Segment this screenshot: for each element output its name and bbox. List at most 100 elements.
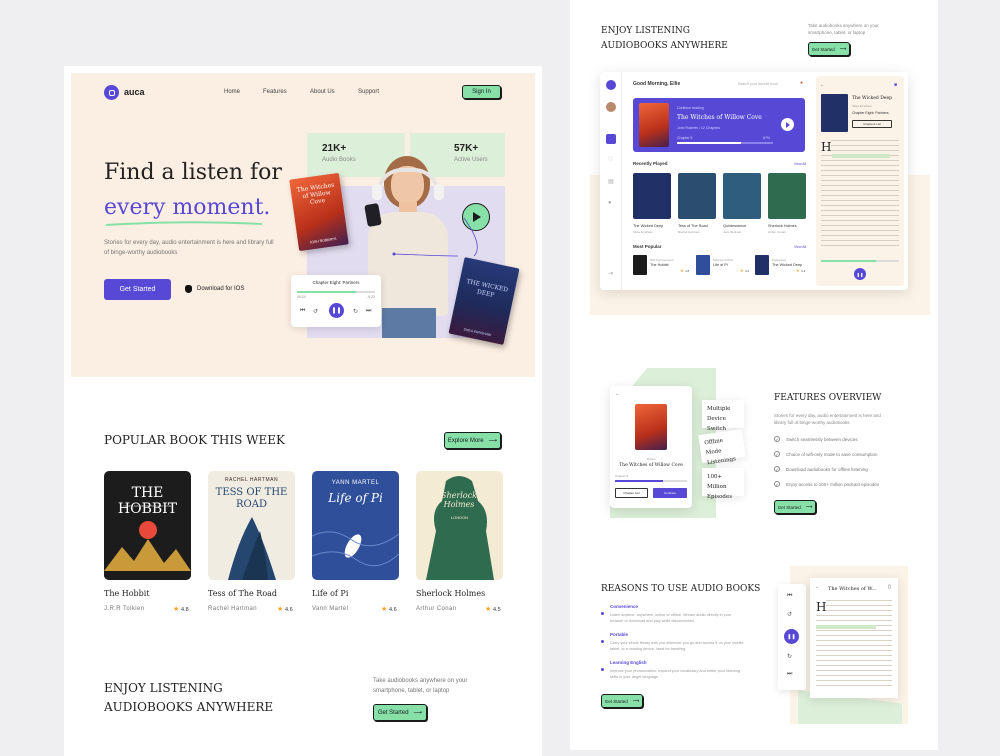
explore-more-button[interactable]: Explore More ⟶	[444, 432, 501, 449]
continue-play-button[interactable]	[781, 118, 794, 131]
app-logo-icon[interactable]	[606, 80, 616, 90]
popular-thumb[interactable]	[755, 255, 769, 275]
hero-title-line2: every moment.	[104, 195, 271, 220]
bookmark-icon[interactable]: ■	[894, 82, 897, 88]
arrow-right-icon: ⟶	[488, 438, 498, 444]
feature-item: Choice of wifi-only mode to save consump…	[786, 452, 878, 457]
feature-item: Switch seamlessly between devices	[786, 437, 858, 442]
phone-chapter-list-button[interactable]: Chapter List	[615, 488, 648, 498]
book-rating: 4.8	[181, 607, 189, 613]
reader-card: ← The Witches of W... ▯ H	[810, 578, 898, 698]
player-progress-bar[interactable]	[297, 291, 375, 293]
star-icon: ★	[680, 268, 684, 273]
recent-book-title: The Wicked Deep	[633, 224, 664, 228]
continue-reading-card[interactable]: Continue reading The Witches of Willow C…	[633, 98, 805, 152]
nav-features[interactable]: Features	[263, 89, 287, 95]
phone-genre: Fiction	[646, 457, 656, 461]
arrow-right-icon: ⟶	[839, 46, 847, 51]
book-cover-tess[interactable]: RACHEL HARTMAN TESS OF THE ROAD	[208, 471, 295, 580]
reason-bullet-icon	[601, 640, 604, 643]
features-get-started-button[interactable]: Get Started ⟶	[774, 500, 816, 514]
chapters-list-button[interactable]: Chapters List	[852, 120, 892, 128]
recent-cover[interactable]	[633, 173, 671, 219]
library-icon[interactable]: ▤	[608, 178, 614, 185]
brand-name[interactable]: auca	[124, 87, 145, 97]
view-all-link[interactable]: View All	[794, 245, 806, 249]
book-title[interactable]: Tess of The Road	[208, 589, 277, 598]
reason-bullet-icon	[601, 612, 604, 615]
feature-item: Download audiobooks for offline listenin…	[786, 467, 868, 472]
enjoy-title-line1: ENJOY LISTENING	[104, 681, 223, 695]
recent-title: Recently Played	[633, 161, 668, 166]
forward-icon[interactable]: ↻	[353, 308, 358, 315]
view-all-link[interactable]: View All	[794, 162, 806, 166]
feature-tag-episodes: 100+ Million Episodes	[702, 468, 744, 500]
apple-icon[interactable]	[185, 285, 192, 293]
reason-description: Carry your whole library with you wherev…	[610, 641, 745, 651]
nav-support[interactable]: Support	[358, 89, 379, 95]
pause-button[interactable]: ❚❚	[329, 303, 344, 318]
reader-text-lines	[816, 600, 892, 690]
app-search-input[interactable]: Search your favorite book	[738, 82, 778, 86]
recent-book-author: Arthur Conan	[768, 230, 786, 234]
stat-users-label: Active Users	[454, 157, 488, 163]
mic-icon[interactable]: ●	[608, 200, 612, 206]
book-title[interactable]: Life of Pi	[312, 589, 348, 598]
player-controls-strip: ⏮ ↺ ❚❚ ↻ ⏭	[778, 584, 806, 690]
feature-check-icon: ✓	[774, 466, 780, 472]
skip-forward-icon[interactable]: ⏭	[787, 671, 792, 678]
book-title[interactable]: Sherlock Holmes	[416, 589, 485, 598]
nav-home[interactable]: Home	[224, 89, 240, 95]
forward-icon[interactable]: ↻	[787, 653, 792, 660]
book-rating: 4.6	[389, 607, 397, 613]
feature-tag-offline-mode: Offline Mode Listenings	[698, 429, 746, 466]
bookmark-icon[interactable]: ▯	[888, 584, 891, 590]
rewind-icon[interactable]: ↺	[787, 611, 792, 618]
nav-about-us[interactable]: About Us	[310, 89, 335, 95]
star-icon: ★	[173, 606, 180, 613]
hero-book-cover-witches: The Witches of Willow Cove JOSH ROBERTS	[289, 172, 349, 252]
enjoy-description: Take audiobooks anywhere on your smartph…	[373, 678, 468, 694]
back-arrow-icon[interactable]: ←	[615, 391, 620, 397]
hero-get-started-button[interactable]: Get Started	[104, 279, 171, 300]
book-cover-hobbit[interactable]: THE HOBBIT NOW A MAJOR MOTION PICTURE	[104, 471, 191, 580]
reason-description: Listen anytime, anywhere, online or offl…	[610, 613, 732, 623]
phone-continue-button[interactable]: Continue	[653, 488, 687, 498]
feature-check-icon: ✓	[774, 481, 780, 487]
book-title[interactable]: The Hobbit	[104, 589, 150, 598]
reader-chapter: Chapter Eight: Partners	[852, 111, 889, 115]
back-arrow-icon[interactable]: ←	[820, 82, 825, 88]
logo-icon[interactable]	[104, 85, 119, 100]
recent-cover[interactable]	[768, 173, 806, 219]
pause-button[interactable]: ❚❚	[784, 629, 799, 644]
reason-title: Portable	[610, 632, 629, 637]
logout-icon[interactable]: ⇥	[608, 270, 613, 277]
book-author: Vann Martel	[312, 606, 349, 612]
popular-thumb[interactable]	[633, 255, 647, 275]
reader-pause-button[interactable]: ❚❚	[854, 268, 866, 280]
enjoy-get-started-button[interactable]: Get Started ⟶	[808, 42, 850, 56]
recent-cover[interactable]	[678, 173, 716, 219]
avatar[interactable]	[606, 102, 616, 112]
download-ios-link[interactable]: Download for IOS	[197, 286, 244, 292]
skip-back-icon[interactable]: ⏮	[787, 593, 792, 600]
recent-cover[interactable]	[723, 173, 761, 219]
arrow-right-icon: ⟶	[413, 710, 423, 716]
rewind-icon[interactable]: ↺	[313, 308, 318, 315]
notification-icon[interactable]: ●	[800, 80, 803, 86]
home-icon[interactable]	[606, 134, 616, 144]
book-cover-life-of-pi[interactable]: YANN MARTEL Life of Pi	[312, 471, 399, 580]
features-title: FEATURES OVERVIEW	[774, 393, 882, 403]
reasons-get-started-button[interactable]: Get Started ⟶	[601, 694, 643, 708]
popular-thumb[interactable]	[696, 255, 710, 275]
skip-forward-icon[interactable]: ⏭	[366, 308, 371, 315]
sign-in-button[interactable]: Sign In	[462, 85, 501, 99]
landing-page: auca Home Features About Us Support Sign…	[64, 66, 542, 756]
back-arrow-icon[interactable]: ←	[815, 584, 820, 590]
book-cover-sherlock[interactable]: Sherlock Holmes LONDON	[416, 471, 503, 580]
book-author: Arthur Conan	[416, 606, 457, 612]
enjoy-description: Take audiobooks anywhere on your smartph…	[808, 23, 879, 35]
heart-icon[interactable]: ♡	[608, 156, 613, 163]
skip-back-icon[interactable]: ⏮	[300, 308, 305, 315]
enjoy-get-started-button[interactable]: Get Started ⟶	[373, 704, 427, 721]
